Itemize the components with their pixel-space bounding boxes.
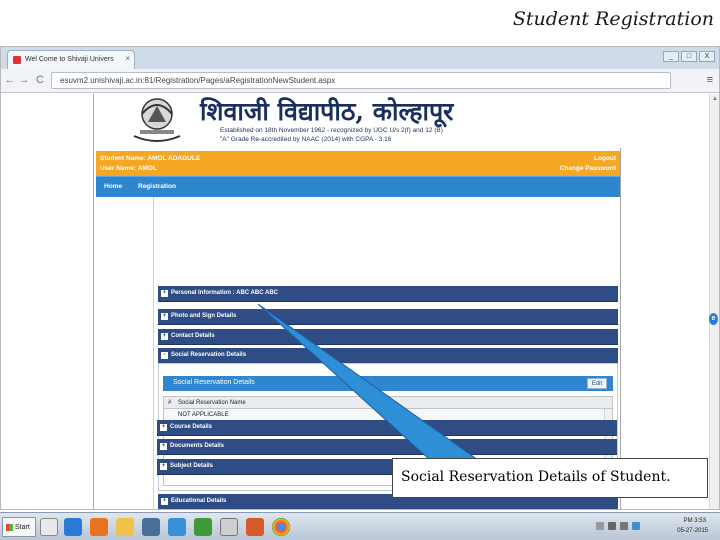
nav-home[interactable]: Home [104, 183, 122, 190]
nav-registration[interactable]: Registration [138, 183, 176, 190]
expand-icon[interactable]: + [161, 498, 168, 505]
slide-title: Student Registration [512, 8, 714, 30]
section-contact-details[interactable]: + Contact Details [158, 329, 618, 345]
grid-header-row: # Social Reservation Name [164, 397, 612, 409]
forward-arrow-icon[interactable]: → [17, 73, 31, 88]
tray-network-icon[interactable] [608, 522, 616, 530]
column-header-index: # [168, 400, 172, 406]
favicon-icon [13, 56, 21, 64]
university-logo [133, 98, 181, 142]
windows-logo-icon [6, 524, 13, 531]
column-header-name[interactable]: Social Reservation Name [178, 400, 246, 406]
expand-icon[interactable]: + [161, 290, 168, 297]
folder-icon[interactable] [116, 518, 134, 536]
ie-icon[interactable] [64, 518, 82, 536]
close-window-button[interactable]: X [699, 51, 715, 62]
maximize-button[interactable]: □ [681, 51, 697, 62]
chrome-icon[interactable] [272, 518, 290, 536]
section-course-details[interactable]: + Course Details [157, 420, 617, 436]
back-arrow-icon[interactable]: ← [3, 73, 17, 88]
start-button[interactable]: Start [2, 517, 36, 537]
left-sidebar [96, 197, 154, 509]
desktop-icon[interactable] [40, 518, 58, 536]
university-header: शिवाजी विद्यापीठ, कोल्हापूर Established … [94, 94, 622, 148]
firefox-icon[interactable] [90, 518, 108, 536]
page-scrollbar[interactable]: ▲ [709, 94, 719, 509]
section-label: Educational Details [171, 498, 227, 504]
callout-label: Social Reservation Details of Student. [392, 458, 708, 498]
os-taskbar: Start PM 3:53 05-27-2015 [0, 512, 720, 540]
tab-strip: Wel Come to Shivaji Univers × _ □ X [1, 47, 719, 69]
tab-title: Wel Come to Shivaji Univers [25, 56, 114, 63]
browser-tab[interactable]: Wel Come to Shivaji Univers × [7, 50, 135, 69]
ie-badge-icon[interactable]: e [709, 313, 718, 325]
browser-toolbar: ← → C esuvm2.unishivaji.ac.in:81/Registr… [1, 69, 719, 93]
document-icon[interactable] [220, 518, 238, 536]
section-label: Documents Details [170, 443, 225, 449]
reload-icon[interactable]: C [33, 73, 47, 88]
network-icon[interactable] [168, 518, 186, 536]
clock-time[interactable]: PM 3:53 [684, 518, 706, 524]
section-personal-information[interactable]: + Personal Information : ABC ABC ABC [158, 286, 618, 302]
section-label: Subject Details [170, 463, 214, 469]
tray-app-icon[interactable] [632, 522, 640, 530]
edit-button[interactable]: Edit [587, 378, 607, 389]
expand-icon[interactable]: + [161, 333, 168, 340]
expand-icon[interactable]: + [161, 313, 168, 320]
section-label: Course Details [170, 424, 213, 430]
expand-icon[interactable]: + [160, 463, 167, 470]
section-label: Contact Details [171, 333, 215, 339]
minimize-button[interactable]: _ [663, 51, 679, 62]
expand-icon[interactable]: + [160, 443, 167, 450]
panel-header: Social Reservation Details Edit [163, 376, 613, 391]
expand-icon[interactable]: + [160, 424, 167, 431]
powerpoint-icon[interactable] [246, 518, 264, 536]
excel-icon[interactable] [194, 518, 212, 536]
student-name: Student Name: AMOL ADAGULE [100, 155, 201, 162]
section-social-reservation[interactable]: - Social Reservation Details [158, 348, 618, 364]
browser-menu-icon[interactable]: ≡ [707, 74, 713, 86]
window-controls: _ □ X [663, 51, 715, 62]
clock-date[interactable]: 05-27-2015 [677, 528, 708, 534]
system-tray: PM 3:53 05-27-2015 [596, 516, 716, 538]
main-nav: Home Registration [96, 176, 620, 197]
section-label: Social Reservation Details [171, 352, 247, 358]
user-name: User Name: AMOL [100, 165, 157, 172]
change-password-link[interactable]: Change Password [560, 165, 616, 172]
university-name: शिवाजी विद्यापीठ, कोल्हापूर [200, 97, 454, 126]
establishment-line: Established on 18th November 1962 - reco… [220, 127, 443, 134]
row-reservation-name: NOT APPLICABLE [178, 412, 229, 418]
user-info-bar: Student Name: AMOL ADAGULE User Name: AM… [96, 151, 620, 176]
accreditation-line: "A" Grade Re-accredited by NAAC (2014) w… [220, 136, 392, 143]
tray-flag-icon[interactable] [596, 522, 604, 530]
address-bar[interactable]: esuvm2.unishivaji.ac.in:81/Registration/… [51, 72, 671, 89]
section-photo-sign[interactable]: + Photo and Sign Details [158, 309, 618, 325]
computer-icon[interactable] [142, 518, 160, 536]
section-label: Personal Information : ABC ABC ABC [171, 290, 279, 296]
section-label: Photo and Sign Details [171, 313, 237, 319]
logout-link[interactable]: Logout [594, 155, 616, 162]
start-label: Start [15, 524, 30, 531]
collapse-icon[interactable]: - [161, 352, 168, 359]
close-tab-icon[interactable]: × [125, 54, 130, 63]
panel-title: Social Reservation Details [173, 379, 255, 386]
section-documents-details[interactable]: + Documents Details [157, 439, 617, 455]
scroll-up-icon[interactable]: ▲ [712, 96, 718, 102]
tray-volume-icon[interactable] [620, 522, 628, 530]
